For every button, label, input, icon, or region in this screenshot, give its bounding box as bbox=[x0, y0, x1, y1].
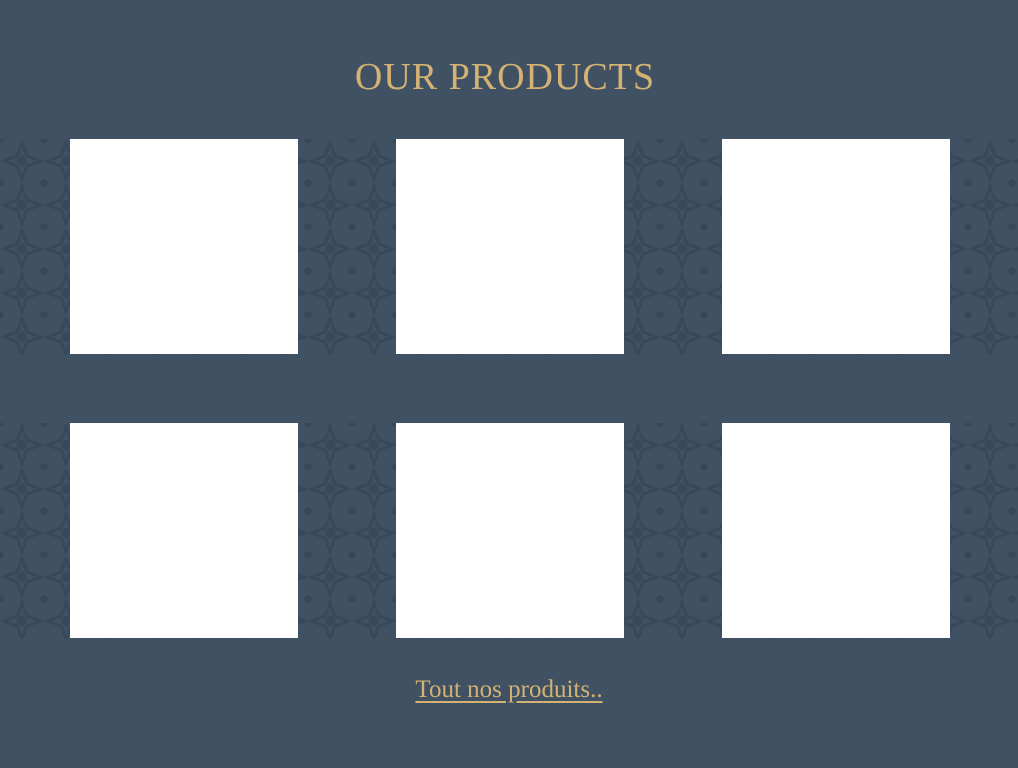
section-title: OUR PRODUCTS bbox=[354, 56, 656, 98]
product-card[interactable] bbox=[396, 139, 624, 354]
all-products-link[interactable]: Tout nos produits.. bbox=[415, 676, 602, 703]
product-card[interactable] bbox=[722, 139, 950, 354]
product-card[interactable] bbox=[70, 139, 298, 354]
product-card[interactable] bbox=[70, 423, 298, 638]
product-card[interactable] bbox=[722, 423, 950, 638]
product-card[interactable] bbox=[396, 423, 624, 638]
product-row-1 bbox=[0, 139, 1018, 355]
product-row-2 bbox=[0, 423, 1018, 639]
all-products-link-container: Tout nos produits.. bbox=[0, 676, 1018, 704]
products-section: OUR PRODUCTS Tout nos produits.. bbox=[0, 0, 1018, 768]
